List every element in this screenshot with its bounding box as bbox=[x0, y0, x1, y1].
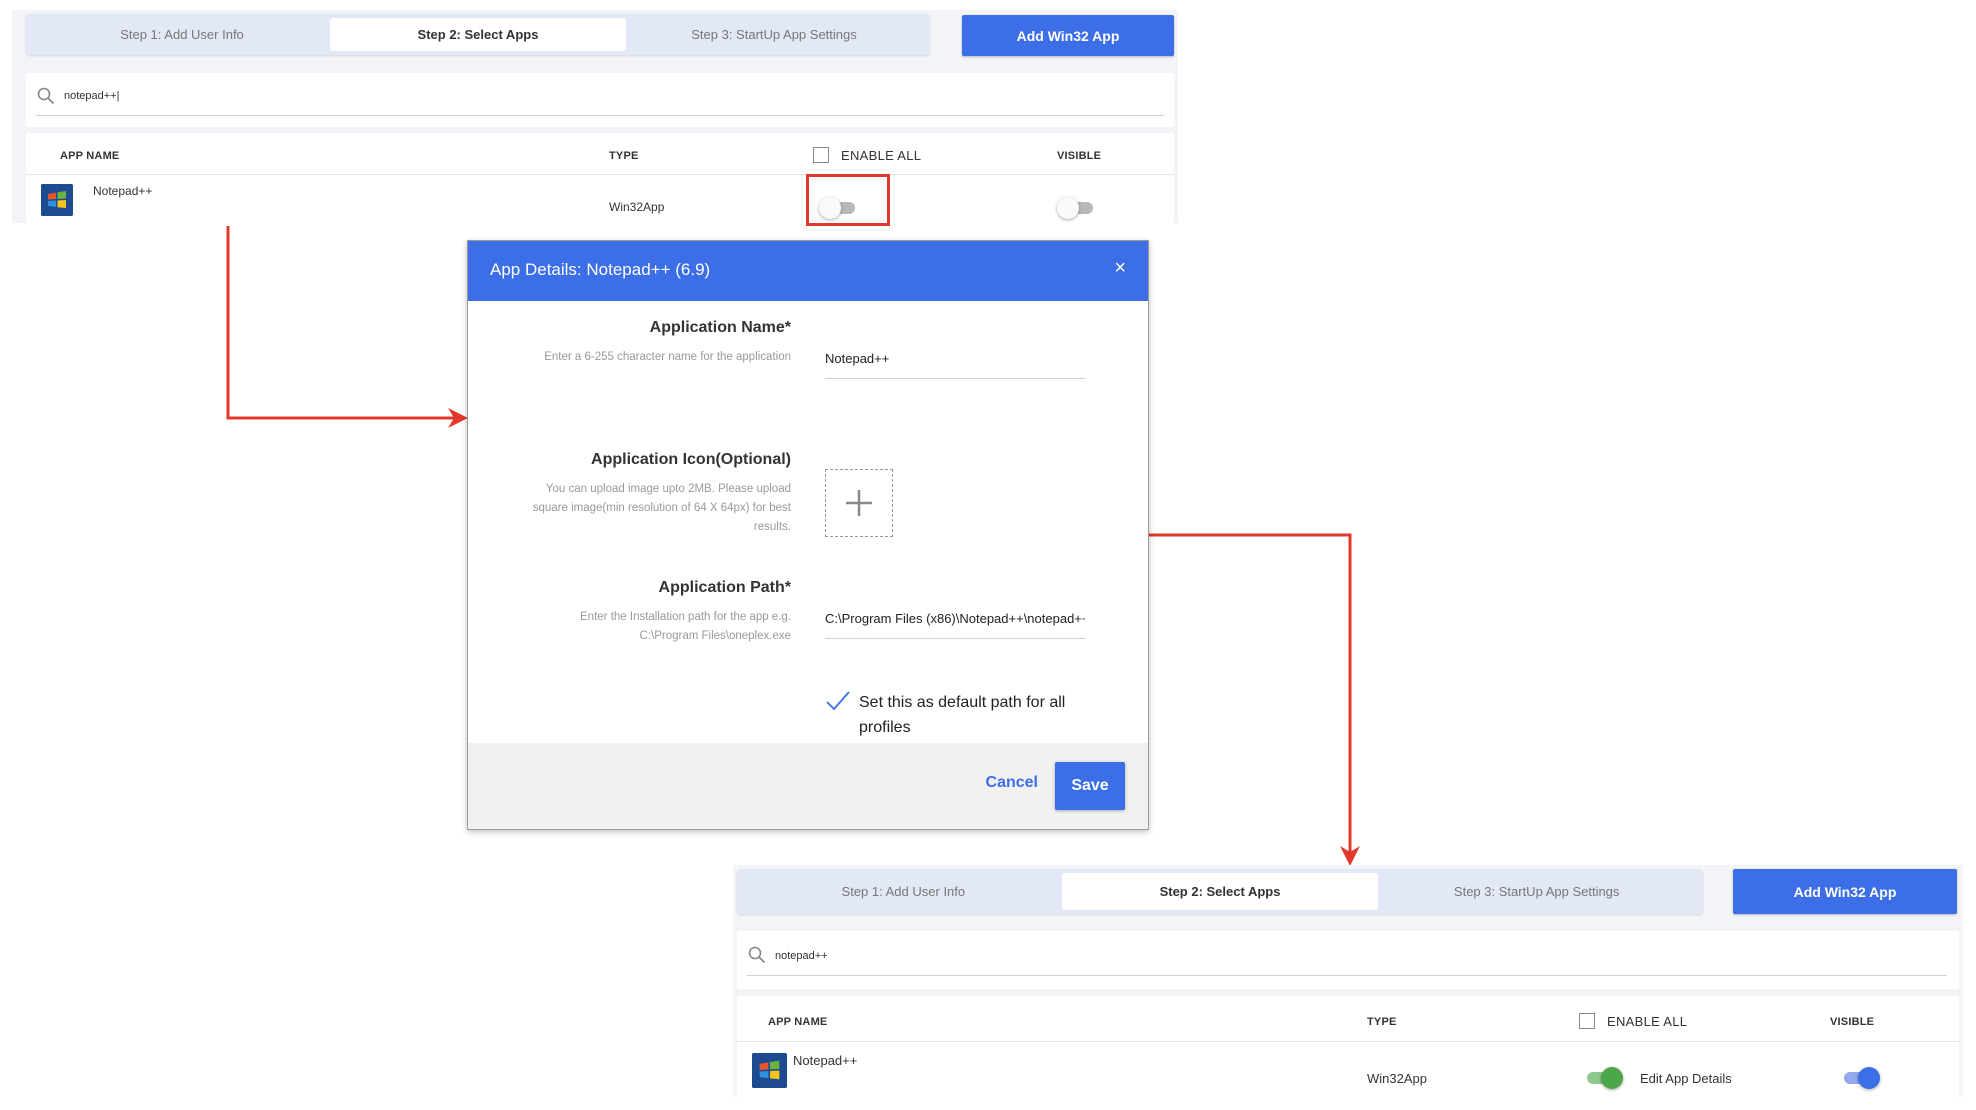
app-path-input[interactable]: C:\Program Files (x86)\Notepad++\notepad… bbox=[825, 611, 1085, 626]
dialog-title: App Details: Notepad++ (6.9) bbox=[490, 260, 711, 279]
app-name-underline bbox=[825, 378, 1085, 379]
tab-step-2-result[interactable]: Step 2: Select Apps bbox=[1061, 873, 1379, 910]
notepad-app-icon-result bbox=[752, 1053, 787, 1088]
enable-all-checkbox-result[interactable] bbox=[1579, 1013, 1595, 1029]
header-type-result: TYPE bbox=[1367, 1016, 1397, 1028]
app-icon-help: You can upload image upto 2MB. Please up… bbox=[532, 483, 791, 533]
enable-toggle-result[interactable] bbox=[1583, 1066, 1623, 1090]
bottom-panel: Step 1: Add User Info Step 2: Select App… bbox=[733, 865, 1963, 1097]
app-path-help: Enter the Installation path for the app … bbox=[580, 611, 791, 642]
search-box-result: notepad++ bbox=[737, 931, 1959, 989]
visible-toggle-result[interactable] bbox=[1840, 1066, 1880, 1090]
app-path-underline bbox=[825, 638, 1085, 639]
default-path-label: Set this as default path for all profile… bbox=[859, 694, 1066, 736]
add-win32-app-button-result[interactable]: Add Win32 App bbox=[1733, 869, 1957, 914]
dialog-header: App Details: Notepad++ (6.9) × bbox=[468, 241, 1148, 301]
app-name-label: Application Name* bbox=[649, 319, 791, 336]
dialog-footer: Cancel Save bbox=[468, 743, 1148, 829]
plus-icon bbox=[846, 490, 872, 516]
edit-app-details-link[interactable]: Edit App Details bbox=[1640, 1071, 1732, 1086]
enable-all-label-result: ENABLE ALL bbox=[1607, 1013, 1688, 1029]
apps-table-result: APP NAME TYPE ENABLE ALL VISIBLE Notepad… bbox=[737, 996, 1959, 1097]
app-name-cell-result: Notepad++ bbox=[793, 1053, 858, 1068]
save-button[interactable]: Save bbox=[1055, 762, 1125, 810]
tab-step-1-result[interactable]: Step 1: Add User Info bbox=[745, 869, 1062, 914]
icon-upload-box[interactable] bbox=[825, 469, 893, 537]
header-divider-result bbox=[737, 1041, 1959, 1042]
tab-step-3-result[interactable]: Step 3: StartUp App Settings bbox=[1378, 869, 1695, 914]
enable-all-result[interactable]: ENABLE ALL bbox=[1579, 1013, 1687, 1029]
app-type-cell-result: Win32App bbox=[1367, 1071, 1427, 1086]
app-path-label: Application Path* bbox=[658, 579, 791, 596]
header-app-name-result: APP NAME bbox=[768, 1016, 828, 1028]
app-details-dialog: App Details: Notepad++ (6.9) × Applicati… bbox=[467, 240, 1149, 830]
cancel-button[interactable]: Cancel bbox=[986, 774, 1038, 792]
header-visible-result: VISIBLE bbox=[1830, 1016, 1875, 1028]
arrow-to-result bbox=[1149, 533, 1352, 852]
arrow-to-dialog bbox=[226, 226, 455, 420]
search-input-result[interactable]: notepad++ bbox=[775, 950, 828, 962]
search-icon-result bbox=[748, 946, 766, 964]
app-name-input[interactable]: Notepad++ bbox=[825, 351, 1085, 366]
app-name-help: Enter a 6-255 character name for the app… bbox=[544, 351, 791, 363]
search-underline-result bbox=[747, 975, 1947, 976]
checkmark-icon[interactable] bbox=[825, 690, 851, 712]
step-tabs-result: Step 1: Add User Info Step 2: Select App… bbox=[737, 869, 1703, 914]
app-icon-label: Application Icon(Optional) bbox=[591, 451, 791, 468]
close-icon[interactable]: × bbox=[1114, 257, 1126, 280]
